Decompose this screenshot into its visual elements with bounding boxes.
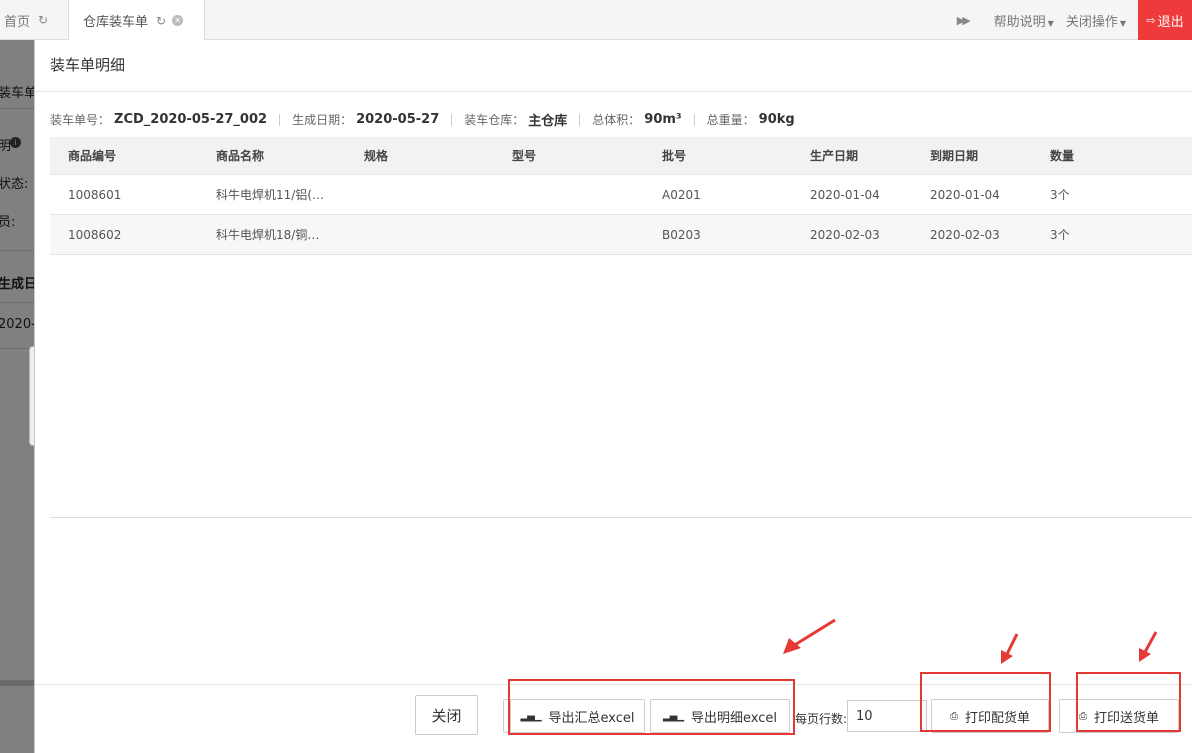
help-dropdown[interactable]: 帮助说明 ▼ xyxy=(988,11,1060,30)
close-button[interactable]: 关闭 xyxy=(415,695,478,735)
bg-fragment: 员: xyxy=(0,215,16,230)
table-cell: 科牛电焊机11/铝(… xyxy=(216,188,324,202)
column-header[interactable]: 商品编号 xyxy=(50,147,198,164)
table-cell: 2020-01-04 xyxy=(810,187,880,202)
table-cell: 3个 xyxy=(1050,188,1070,202)
modal-title: 装车单明细 xyxy=(35,40,1192,92)
column-header[interactable]: 批号 xyxy=(644,147,792,164)
annotation-box xyxy=(920,672,1051,732)
summary-label: 总体积： xyxy=(592,113,641,127)
table-header: 商品编号 商品名称 规格 型号 批号 生产日期 到期日期 数量 xyxy=(50,137,1192,175)
top-right-actions: ▶▶ 帮助说明 ▼ 关闭操作 ▼ ⇨ 退出 xyxy=(951,0,1192,40)
logout-icon: ⇨ xyxy=(1146,13,1156,27)
fast-forward-icon[interactable]: ▶▶ xyxy=(951,14,974,27)
column-header[interactable]: 到期日期 xyxy=(912,147,1032,164)
detail-table: 商品编号 商品名称 规格 型号 批号 生产日期 到期日期 数量 1008601 … xyxy=(50,137,1192,255)
table-cell: 1008602 xyxy=(68,227,122,242)
bg-fragment: 状态: xyxy=(0,177,29,192)
summary-bar: 装车单号： ZCD_2020-05-27_002 生成日期： 2020-05-2… xyxy=(50,110,795,129)
summary-label: 生成日期： xyxy=(292,113,353,127)
summary-value: ZCD_2020-05-27_002 xyxy=(114,112,268,127)
summary-label: 装车单号： xyxy=(50,113,111,127)
page-size-input[interactable]: 10 xyxy=(847,700,927,732)
tab-warehouse-loading[interactable]: 仓库装车单 ↻ ✕ xyxy=(68,0,205,41)
caret-down-icon: ▼ xyxy=(1047,18,1054,28)
column-header[interactable]: 型号 xyxy=(494,147,644,164)
annotation-arrow xyxy=(783,618,836,654)
refresh-icon[interactable]: ↻ xyxy=(156,14,166,28)
bg-fragment: 装车单 xyxy=(0,86,34,101)
column-header[interactable]: 规格 xyxy=(346,147,494,164)
tab-active-label: 仓库装车单 xyxy=(83,15,149,30)
page-size-label: 每页行数: xyxy=(795,712,848,726)
annotation-box xyxy=(1076,672,1181,732)
column-header[interactable]: 生产日期 xyxy=(792,147,912,164)
refresh-icon[interactable]: ↻ xyxy=(38,13,48,27)
close-ops-dropdown[interactable]: 关闭操作 ▼ xyxy=(1060,11,1132,30)
logout-button[interactable]: ⇨ 退出 xyxy=(1138,0,1192,40)
table-cell: A0201 xyxy=(662,187,701,202)
table-cell: 2020-02-03 xyxy=(930,227,1000,242)
column-header[interactable]: 商品名称 xyxy=(198,147,346,164)
summary-value: 90m³ xyxy=(644,112,682,127)
table-cell: 科牛电焊机18/铜… xyxy=(216,228,320,242)
tab-home[interactable]: 首页 ↻ xyxy=(0,0,60,40)
summary-value: 2020-05-27 xyxy=(356,112,440,127)
summary-label: 装车仓库： xyxy=(464,113,525,127)
annotation-arrow xyxy=(1139,631,1158,662)
table-row[interactable]: 1008602 科牛电焊机18/铜… B0203 2020-02-03 2020… xyxy=(50,215,1192,255)
bg-fragment: 明 xyxy=(0,139,12,154)
table-cell: 2020-02-03 xyxy=(810,227,880,242)
table-row[interactable]: 1008601 科牛电焊机11/铝(… A0201 2020-01-04 202… xyxy=(50,175,1192,215)
table-bottom-divider xyxy=(50,517,1192,518)
summary-value: 90kg xyxy=(758,112,795,127)
annotation-box xyxy=(508,679,795,735)
bg-fragment: 2020- xyxy=(0,317,34,332)
summary-label: 总重量： xyxy=(706,113,755,127)
tab-home-label: 首页 xyxy=(4,14,31,30)
top-tab-bar: 首页 ↻ 仓库装车单 ↻ ✕ ▶▶ 帮助说明 ▼ 关闭操作 ▼ ⇨ 退出 xyxy=(0,0,1192,41)
table-cell: 3个 xyxy=(1050,228,1070,242)
column-header[interactable]: 数量 xyxy=(1032,147,1192,164)
info-icon: i xyxy=(10,137,21,148)
table-cell: B0203 xyxy=(662,227,701,242)
table-cell: 1008601 xyxy=(68,187,122,202)
annotation-arrow xyxy=(1001,633,1019,664)
close-icon[interactable]: ✕ xyxy=(172,15,184,26)
table-cell: 2020-01-04 xyxy=(930,187,1000,202)
caret-down-icon: ▼ xyxy=(1119,18,1126,28)
bg-fragment: 生成日 xyxy=(0,277,34,292)
summary-value: 主仓库 xyxy=(528,114,568,129)
